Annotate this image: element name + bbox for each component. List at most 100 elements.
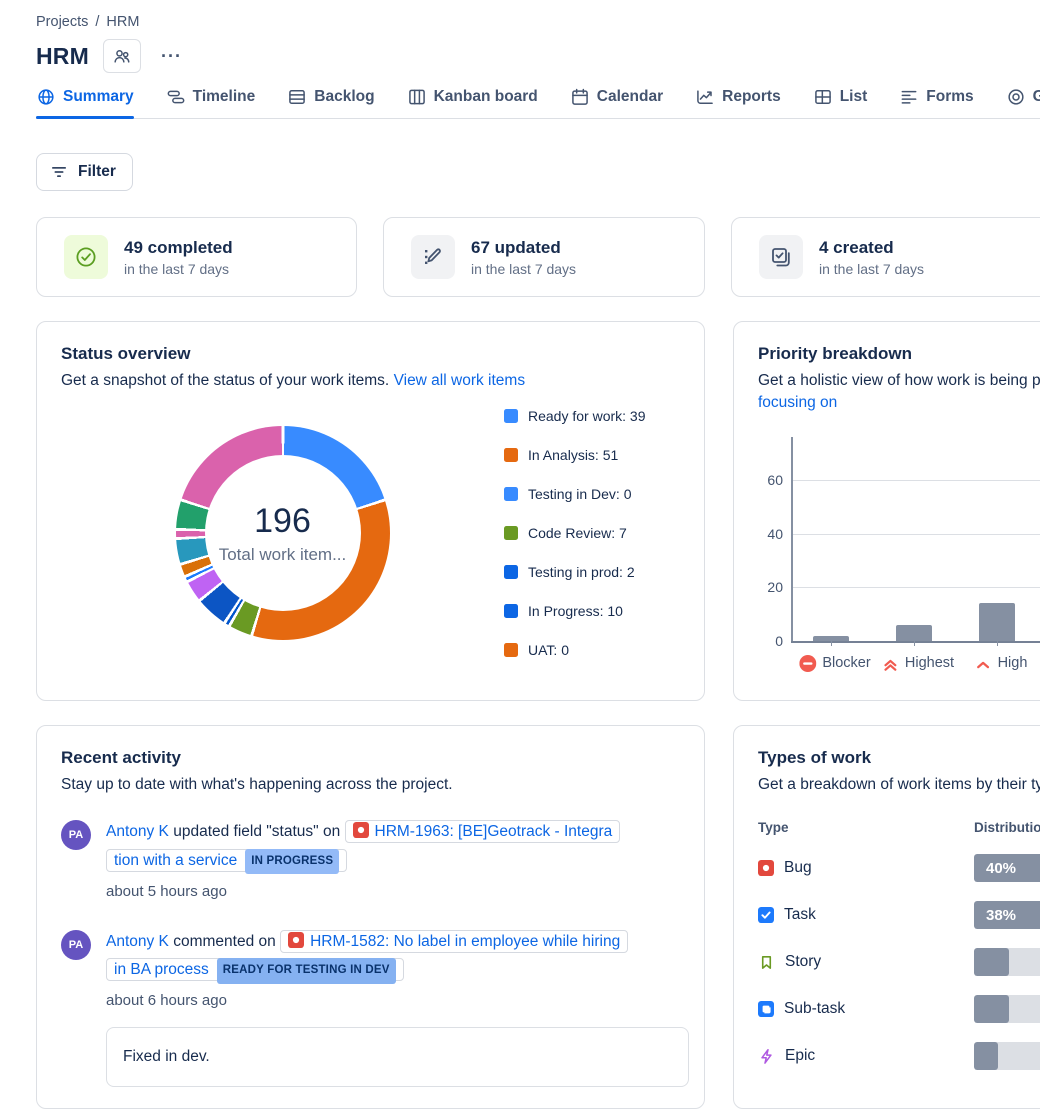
- stat-subtitle: in the last 7 days: [471, 261, 576, 277]
- priority-label: High: [998, 655, 1028, 671]
- work-item-chip[interactable]: HRM-1582: No label in employee while hir…: [280, 930, 628, 953]
- work-item-link[interactable]: HRM-1963: [BE]Geotrack - Integra: [375, 823, 613, 840]
- activity-action-text: commented on: [169, 933, 280, 950]
- more-actions-button[interactable]: ···: [155, 42, 188, 71]
- tab-label: Summary: [63, 88, 134, 106]
- legend-item[interactable]: In Progress: 10: [504, 603, 680, 619]
- legend-swatch: [504, 448, 518, 462]
- goal-icon: [1006, 87, 1026, 107]
- tab-label: Forms: [926, 88, 973, 106]
- list-icon: [813, 87, 833, 107]
- type-row-task[interactable]: Task38%: [758, 901, 1040, 929]
- work-item-chip[interactable]: HRM-1963: [BE]Geotrack - Integra: [345, 820, 621, 843]
- type-row-bug[interactable]: Bug40%: [758, 854, 1040, 882]
- tab-label: Timeline: [193, 88, 256, 106]
- tab-calendar[interactable]: Calendar: [570, 87, 663, 118]
- type-row-epic[interactable]: Epic: [758, 1042, 1040, 1070]
- stat-subtitle: in the last 7 days: [819, 261, 924, 277]
- check-circle-icon: [64, 235, 108, 279]
- activity-item: PAAntony K updated field "status" on HRM…: [61, 818, 680, 905]
- legend-item[interactable]: Testing in Dev: 0: [504, 486, 680, 502]
- forms-icon: [899, 87, 919, 107]
- tab-label: Kanban board: [434, 88, 538, 106]
- type-row-story[interactable]: Story: [758, 948, 1040, 976]
- breadcrumb-projects[interactable]: Projects: [36, 14, 88, 30]
- breadcrumb-hrm[interactable]: HRM: [106, 14, 139, 30]
- stat-title: 67 updated: [471, 238, 576, 258]
- status-overview-title: Status overview: [61, 344, 680, 364]
- work-item-chip-continued[interactable]: in BA processREADY FOR TESTING IN DEV: [106, 958, 404, 981]
- legend-item[interactable]: Code Review: 7: [504, 525, 680, 541]
- comment-box: Fixed in dev.: [106, 1027, 689, 1088]
- epic-icon: [758, 1048, 775, 1065]
- x-label-high: High: [975, 655, 1028, 672]
- legend-swatch: [504, 565, 518, 579]
- gridline: [793, 587, 1040, 588]
- filter-button[interactable]: Filter: [36, 153, 133, 191]
- legend-item[interactable]: UAT: 0: [504, 642, 680, 658]
- stat-title: 49 completed: [124, 238, 233, 258]
- work-item-chip-continued[interactable]: tion with a service IN PROGRESS: [106, 849, 347, 872]
- legend-label: In Analysis: 51: [528, 447, 618, 463]
- bar-highest[interactable]: [896, 625, 932, 641]
- stat-card-completed[interactable]: 49 completedin the last 7 days: [36, 217, 357, 297]
- priority-label: Highest: [905, 655, 954, 671]
- user-link[interactable]: Antony K: [106, 933, 169, 950]
- high-icon: [975, 655, 992, 672]
- distribution-fill: [974, 995, 1009, 1023]
- distribution-track: 40%: [974, 854, 1040, 882]
- story-icon: [758, 954, 775, 971]
- legend-item[interactable]: Ready for work: 39: [504, 408, 680, 424]
- tab-reports[interactable]: Reports: [695, 87, 781, 118]
- legend-swatch: [504, 487, 518, 501]
- x-axis-line: [791, 641, 1040, 643]
- legend-item[interactable]: Testing in prod: 2: [504, 564, 680, 580]
- work-item-link[interactable]: tion with a service: [114, 852, 237, 869]
- types-of-work-description: Get a breakdown of work items by their t…: [758, 774, 1040, 796]
- legend-swatch: [504, 643, 518, 657]
- timestamp: about 5 hours ago: [106, 878, 620, 906]
- bug-icon: [353, 822, 369, 838]
- types-of-work-rows: Bug40% Task38% Story Sub-task Epic: [758, 854, 1040, 1070]
- activity-feed: PAAntony K updated field "status" on HRM…: [61, 818, 680, 1087]
- stat-card-updated[interactable]: 67 updated in the last 7 days: [383, 217, 705, 297]
- avatar[interactable]: PA: [61, 820, 91, 850]
- tab-kanban-board[interactable]: Kanban board: [407, 87, 538, 118]
- distribution-track: [974, 1042, 1040, 1070]
- tab-label: Backlog: [314, 88, 374, 106]
- focusing-on-link[interactable]: focusing on: [758, 394, 837, 411]
- tab-goals[interactable]: Goals: [1006, 87, 1040, 118]
- distribution-fill: [974, 1042, 998, 1070]
- status-badge: IN PROGRESS: [245, 849, 339, 874]
- tab-forms[interactable]: Forms: [899, 87, 973, 118]
- legend-label: Testing in prod: 2: [528, 564, 635, 580]
- tab-backlog[interactable]: Backlog: [287, 87, 374, 118]
- work-item-link[interactable]: in BA process: [114, 961, 209, 978]
- type-row-sub-task[interactable]: Sub-task: [758, 995, 1040, 1023]
- bar-high[interactable]: [979, 603, 1015, 641]
- tab-timeline[interactable]: Timeline: [166, 87, 256, 118]
- tab-label: Goals: [1033, 88, 1040, 106]
- user-link[interactable]: Antony K: [106, 823, 169, 840]
- gridline: [793, 480, 1040, 481]
- updated-icon: [411, 235, 455, 279]
- legend-item[interactable]: In Analysis: 51: [504, 447, 680, 463]
- avatar[interactable]: PA: [61, 930, 91, 960]
- x-tick: [914, 641, 915, 646]
- distribution-track: [974, 995, 1040, 1023]
- types-of-work-title: Types of work: [758, 748, 1040, 768]
- distribution-fill: 40%: [974, 854, 1040, 882]
- tab-list[interactable]: List: [813, 87, 868, 118]
- stat-card-created[interactable]: 4 createdin the last 7 days: [731, 217, 1040, 297]
- donut-total: 196: [254, 502, 311, 541]
- tab-summary[interactable]: Summary: [36, 87, 134, 118]
- work-item-link[interactable]: HRM-1582: No label in employee while hir…: [310, 933, 620, 950]
- y-tick-label: 0: [775, 633, 783, 649]
- status-donut-chart[interactable]: 196 Total work item...: [176, 426, 390, 640]
- type-label: Sub-task: [784, 1000, 845, 1018]
- project-members-button[interactable]: [103, 39, 141, 73]
- x-label-blocker: Blocker: [799, 655, 870, 672]
- view-all-work-items-link[interactable]: View all work items: [394, 372, 526, 389]
- bar-chart-y-axis: 0204060: [758, 437, 791, 641]
- priority-bar-chart[interactable]: BlockerHighestHigh: [791, 437, 1040, 641]
